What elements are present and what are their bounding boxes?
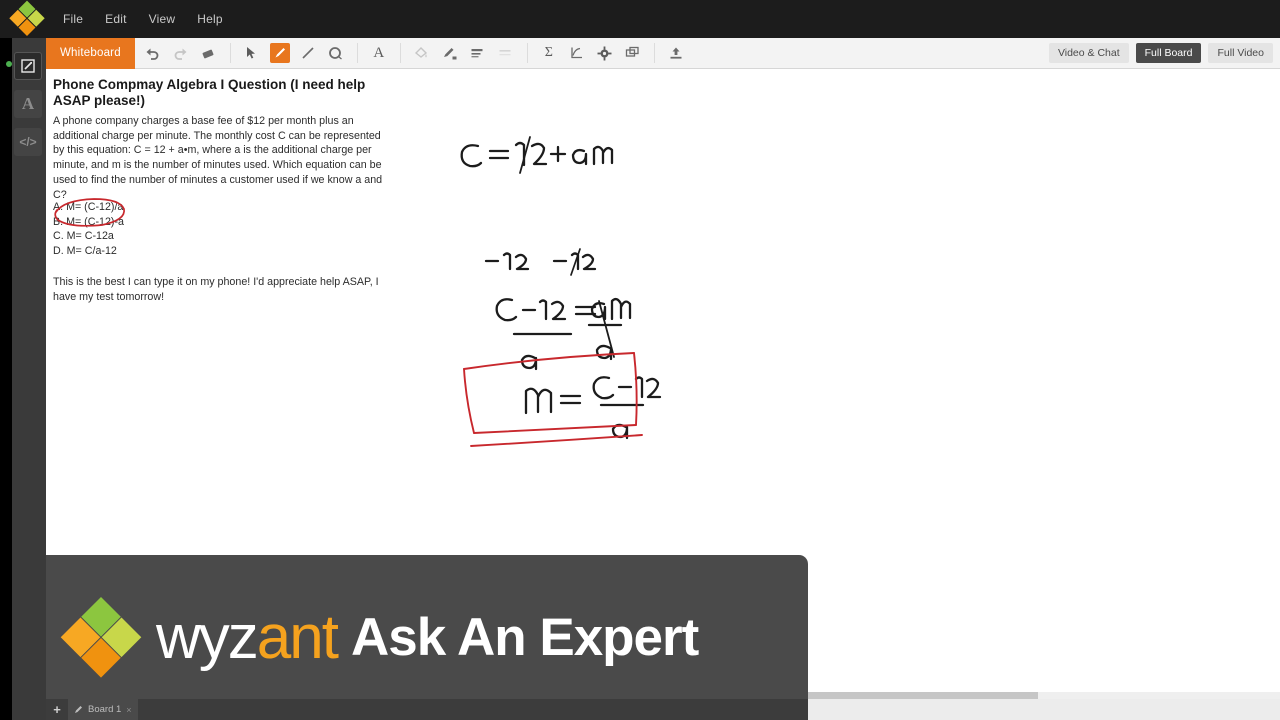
close-icon[interactable]: × [126,705,131,715]
pencil-icon [75,706,82,713]
board-tab-label: Board 1 [88,704,122,715]
gear-icon[interactable] [595,43,615,63]
line-icon[interactable] [298,43,318,63]
line-weight-icon[interactable] [468,43,488,63]
rail-edge [0,38,12,720]
question-title: Phone Compmay Algebra I Question (I need… [53,77,366,108]
menu-file[interactable]: File [52,8,94,30]
sidebar-item-whiteboard[interactable] [14,52,42,80]
eraser-icon[interactable] [199,43,219,63]
board-tabs-bar: + Board 1 × [46,699,808,720]
choice-b: B. M= (C-12)-a [53,215,124,228]
add-board-button[interactable]: + [46,699,68,720]
redo-icon[interactable] [171,43,191,63]
whiteboard-app: File Edit View Help A </> Whiteboard A Σ… [0,0,1280,720]
choice-d: D. M= C/a-12 [53,245,117,258]
shape-ellipse-icon[interactable] [326,43,346,63]
board-tab-1[interactable]: Board 1 × [68,699,138,720]
choice-c: C. M= C-12a [53,230,114,243]
pencil-icon[interactable] [269,43,290,63]
select-arrow-icon[interactable] [242,43,262,63]
line-style-icon[interactable] [496,43,516,63]
answer-choices: A. M= (C-12)/a B. M= (C-12)-a C. M= C-12… [53,200,303,259]
menu-bar: File Edit View Help [0,0,1280,38]
text-a-icon[interactable]: A [369,43,389,63]
toolbar: Whiteboard A Σ Video & Chat Full Board F… [46,37,1280,69]
stroke-color-icon[interactable] [440,43,460,63]
graph-icon[interactable] [567,43,587,63]
online-status-dot [6,61,12,67]
menu-view[interactable]: View [138,8,187,30]
wyzant-branding-overlay: wyz ant Ask An Expert [46,555,808,720]
menu-help[interactable]: Help [186,8,233,30]
scrollbar-thumb[interactable] [808,692,1038,699]
question-footer: This is the best I can type it on my pho… [53,276,379,303]
undo-icon[interactable] [143,43,163,63]
full-video-button[interactable]: Full Video [1208,43,1273,63]
menu-edit[interactable]: Edit [94,8,137,30]
brand-wyz: wyz [156,603,259,672]
brand-ant: ant [256,603,339,672]
fill-bucket-icon[interactable] [412,43,432,63]
pencil-icon [21,59,35,73]
whiteboard-tab[interactable]: Whiteboard [46,37,135,69]
wyzant-logo-icon-large [60,596,142,678]
sigma-math-icon[interactable]: Σ [539,43,559,63]
upload-icon[interactable] [666,43,686,63]
question-body: A phone company charges a base fee of $1… [53,115,383,201]
choice-a: A. M= (C-12)/a [53,201,124,213]
canvas-bottom-fill [808,699,1280,720]
full-board-button[interactable]: Full Board [1135,43,1202,63]
sidebar-item-code[interactable]: </> [14,128,42,156]
brand-tagline: Ask An Expert [350,608,699,667]
wyzant-logo-icon [9,0,46,38]
layers-icon[interactable] [623,43,643,63]
left-rail: A </> [0,38,46,720]
video-and-chat-button[interactable]: Video & Chat [1048,43,1129,63]
sidebar-item-text[interactable]: A [14,90,42,118]
horizontal-scrollbar[interactable] [808,692,1280,699]
